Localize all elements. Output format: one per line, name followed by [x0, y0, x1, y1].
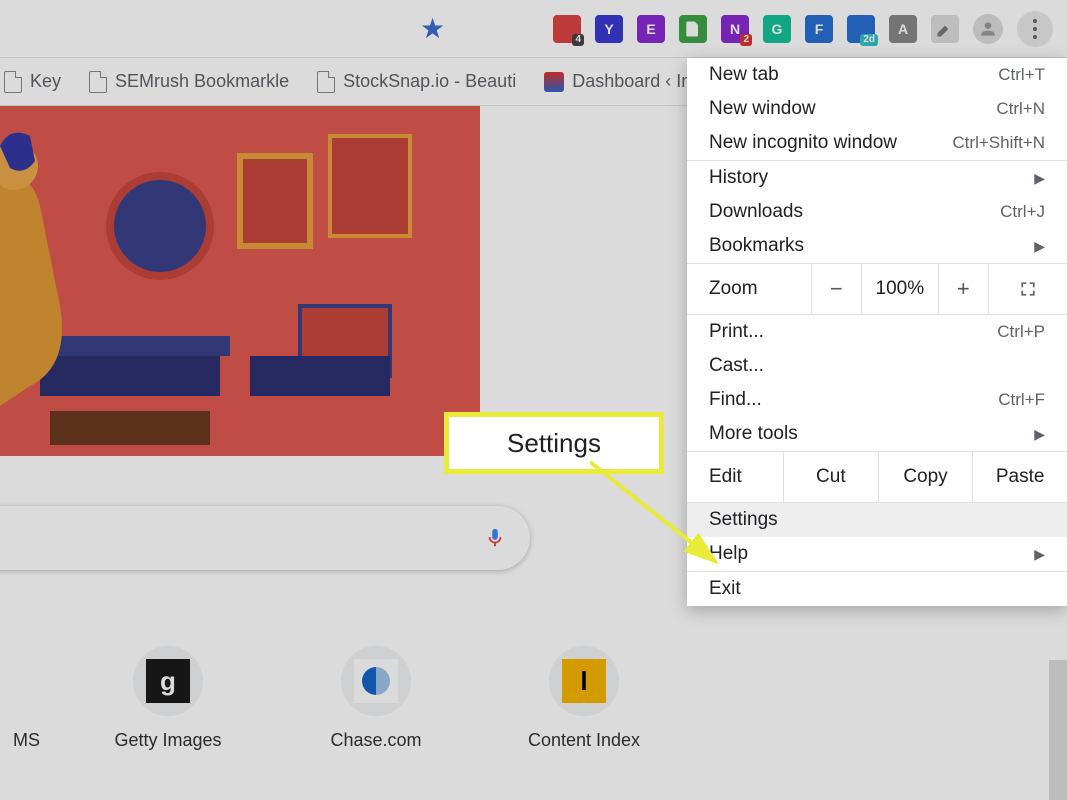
menu-item-downloads[interactable]: Downloads Ctrl+J — [687, 195, 1067, 229]
annotation-callout: Settings — [444, 412, 664, 474]
chrome-menu: New tab Ctrl+T New window Ctrl+N New incogni… — [687, 58, 1067, 606]
shortcut-tile[interactable]: gGetty Images — [88, 646, 248, 751]
menu-item-history[interactable]: History ▶ — [687, 161, 1067, 195]
menu-item-label: History — [709, 167, 768, 189]
menu-item-label: Settings — [709, 509, 778, 531]
extension-ext-red[interactable]: 4 — [553, 15, 581, 43]
menu-edit-row: EditCutCopyPaste — [687, 452, 1067, 502]
profile-avatar[interactable] — [973, 14, 1003, 44]
callout-text: Settings — [507, 428, 601, 459]
menu-item-exit[interactable]: Exit — [687, 572, 1067, 606]
bookmark-label: StockSnap.io - Beauti — [343, 71, 516, 92]
menu-item-label: New window — [709, 98, 816, 120]
menu-item-label: Downloads — [709, 201, 803, 223]
menu-shortcut: Ctrl+J — [1000, 202, 1045, 222]
microphone-icon[interactable] — [484, 525, 506, 551]
chevron-right-icon: ▶ — [1034, 426, 1045, 443]
shortcut-tile[interactable]: MS — [0, 646, 40, 751]
menu-item-label: New incognito window — [709, 132, 897, 154]
browser-toolbar: ★ 4YE N2 GF 2d A — [0, 0, 1067, 58]
paste-button[interactable]: Paste — [972, 452, 1067, 502]
extension-onenote[interactable]: N2 — [721, 15, 749, 43]
menu-item-find-[interactable]: Find... Ctrl+F — [687, 383, 1067, 417]
chrome-menu-button[interactable] — [1017, 11, 1053, 47]
chevron-right-icon: ▶ — [1034, 238, 1045, 255]
dot-icon — [1033, 35, 1037, 39]
dot-icon — [1033, 19, 1037, 23]
cut-button[interactable]: Cut — [783, 452, 878, 502]
extension-ext-y[interactable]: Y — [595, 15, 623, 43]
menu-item-label: Exit — [709, 578, 741, 600]
menu-item-help[interactable]: Help ▶ — [687, 537, 1067, 571]
extension-adobe[interactable]: A — [889, 15, 917, 43]
chevron-right-icon: ▶ — [1034, 170, 1045, 187]
chevron-right-icon: ▶ — [1034, 546, 1045, 563]
bookmark-item[interactable]: Key — [4, 71, 61, 93]
menu-item-new-incognito-window[interactable]: New incognito window Ctrl+Shift+N — [687, 126, 1067, 160]
shortcut-tile[interactable]: Chase.com — [296, 646, 456, 751]
menu-item-label: Help — [709, 543, 748, 565]
extension-ext-e[interactable]: E — [637, 15, 665, 43]
person-icon — [978, 19, 998, 39]
menu-item-cast-[interactable]: Cast... — [687, 349, 1067, 383]
shortcut-label: MS — [13, 730, 40, 751]
copy-button[interactable]: Copy — [878, 452, 973, 502]
menu-item-print-[interactable]: Print... Ctrl+P — [687, 315, 1067, 349]
menu-item-new-tab[interactable]: New tab Ctrl+T — [687, 58, 1067, 92]
zoom-label: Zoom — [687, 278, 811, 300]
bookmark-label: SEMrush Bookmarkle — [115, 71, 289, 92]
bookmark-label: Key — [30, 71, 61, 92]
menu-item-bookmarks[interactable]: Bookmarks ▶ — [687, 229, 1067, 263]
menu-shortcut: Ctrl+T — [998, 65, 1045, 85]
extension-evernote[interactable] — [679, 15, 707, 43]
edit-label: Edit — [687, 466, 783, 488]
google-doodle[interactable] — [0, 106, 480, 456]
menu-item-new-window[interactable]: New window Ctrl+N — [687, 92, 1067, 126]
zoom-out-button[interactable]: − — [811, 264, 861, 314]
shortcuts-row: MS gGetty Images Chase.com lContent Index — [0, 646, 664, 751]
extension-grammarly[interactable]: G — [763, 15, 791, 43]
menu-item-more-tools[interactable]: More tools ▶ — [687, 417, 1067, 451]
shortcut-label: Chase.com — [330, 730, 421, 751]
menu-item-settings[interactable]: Settings — [687, 503, 1067, 537]
search-box[interactable]: L — [0, 506, 530, 570]
menu-shortcut: Ctrl+Shift+N — [952, 133, 1045, 153]
bookmark-star-icon[interactable]: ★ — [420, 12, 445, 45]
menu-shortcut: Ctrl+F — [998, 390, 1045, 410]
dot-icon — [1033, 27, 1037, 31]
zoom-value: 100% — [861, 264, 938, 314]
fullscreen-button[interactable] — [988, 264, 1067, 314]
menu-item-label: Find... — [709, 389, 762, 411]
menu-item-label: New tab — [709, 64, 779, 86]
menu-item-label: More tools — [709, 423, 798, 445]
zoom-in-button[interactable]: + — [938, 264, 988, 314]
extension-ext-cal[interactable]: 2d — [847, 15, 875, 43]
bookmark-item[interactable]: SEMrush Bookmarkle — [89, 71, 289, 93]
bookmark-item[interactable]: StockSnap.io - Beauti — [317, 71, 516, 93]
scrollbar[interactable] — [1049, 660, 1067, 800]
menu-shortcut: Ctrl+N — [996, 99, 1045, 119]
menu-item-label: Bookmarks — [709, 235, 804, 257]
menu-shortcut: Ctrl+P — [997, 322, 1045, 342]
extension-ext-f[interactable]: F — [805, 15, 833, 43]
shortcut-label: Content Index — [528, 730, 640, 751]
menu-zoom-row: Zoom−100%+ — [687, 264, 1067, 314]
shortcut-label: Getty Images — [114, 730, 221, 751]
shortcut-tile[interactable]: lContent Index — [504, 646, 664, 751]
extension-ext-brush[interactable] — [931, 15, 959, 43]
menu-item-label: Cast... — [709, 355, 764, 377]
menu-item-label: Print... — [709, 321, 764, 343]
